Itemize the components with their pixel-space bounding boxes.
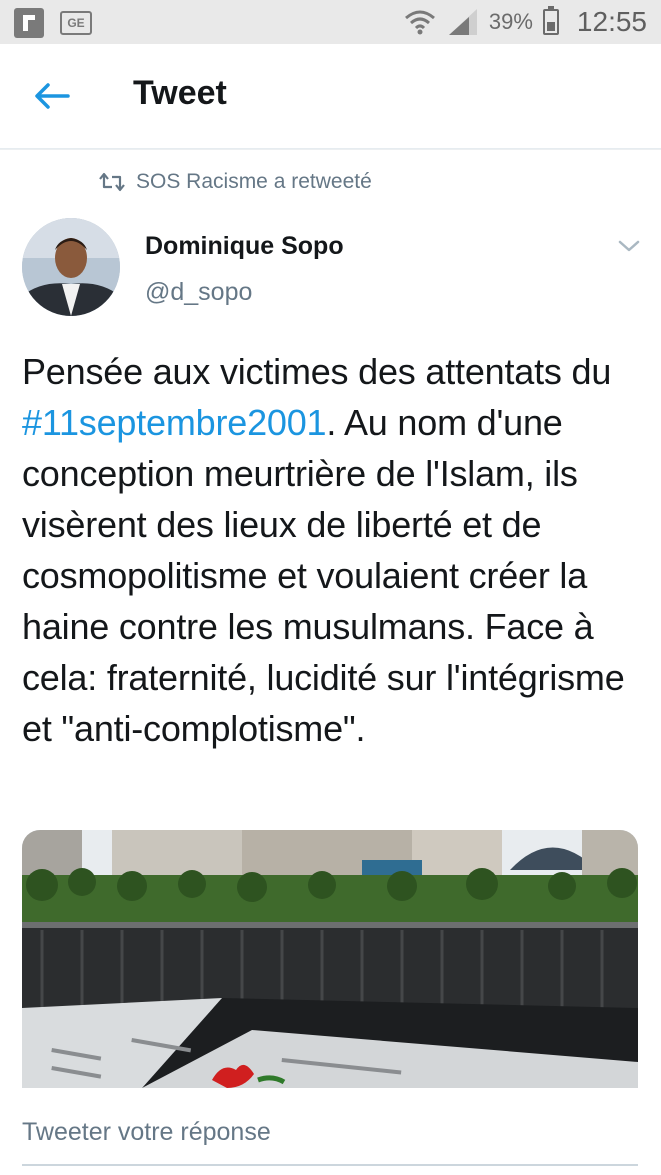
tweet-media-image[interactable]	[22, 830, 638, 1088]
reply-underline	[22, 1164, 638, 1166]
status-bar-right: 39% 12:55	[403, 4, 647, 40]
status-bar-left: GE	[14, 8, 92, 38]
retweet-icon	[99, 172, 125, 192]
tweet-text: Pensée aux victimes des attentats du #11…	[22, 346, 647, 754]
status-bar: GE 39% 12:55	[0, 0, 661, 44]
memorial-photo	[22, 830, 638, 1088]
battery-icon	[542, 6, 559, 35]
retweet-indicator: SOS Racisme a retweeté	[98, 170, 372, 194]
avatar-photo	[22, 218, 120, 316]
page-title: Tweet	[133, 74, 227, 112]
author-name[interactable]: Dominique Sopo	[145, 232, 344, 261]
retweet-label: SOS Racisme a retweeté	[136, 170, 372, 193]
author-handle[interactable]: @d_sopo	[145, 278, 252, 307]
app-header: Tweet	[0, 44, 661, 149]
wifi-icon	[404, 10, 435, 35]
tweet-text-after: . Au nom d'une conception meurtrière de …	[22, 402, 625, 749]
reply-input[interactable]: Tweeter votre réponse	[22, 1118, 271, 1147]
back-arrow-icon[interactable]	[32, 80, 72, 112]
chevron-down-icon[interactable]	[617, 236, 641, 256]
ge-icon: GE	[60, 11, 92, 35]
signal-icon	[448, 9, 477, 35]
battery-percent: 39%	[488, 9, 533, 34]
hashtag-link[interactable]: #11septembre2001	[22, 402, 327, 443]
tweet-text-before: Pensée aux victimes des attentats du	[22, 351, 612, 392]
flipboard-icon	[14, 8, 44, 38]
clock: 12:55	[576, 6, 647, 37]
avatar[interactable]	[22, 218, 120, 316]
